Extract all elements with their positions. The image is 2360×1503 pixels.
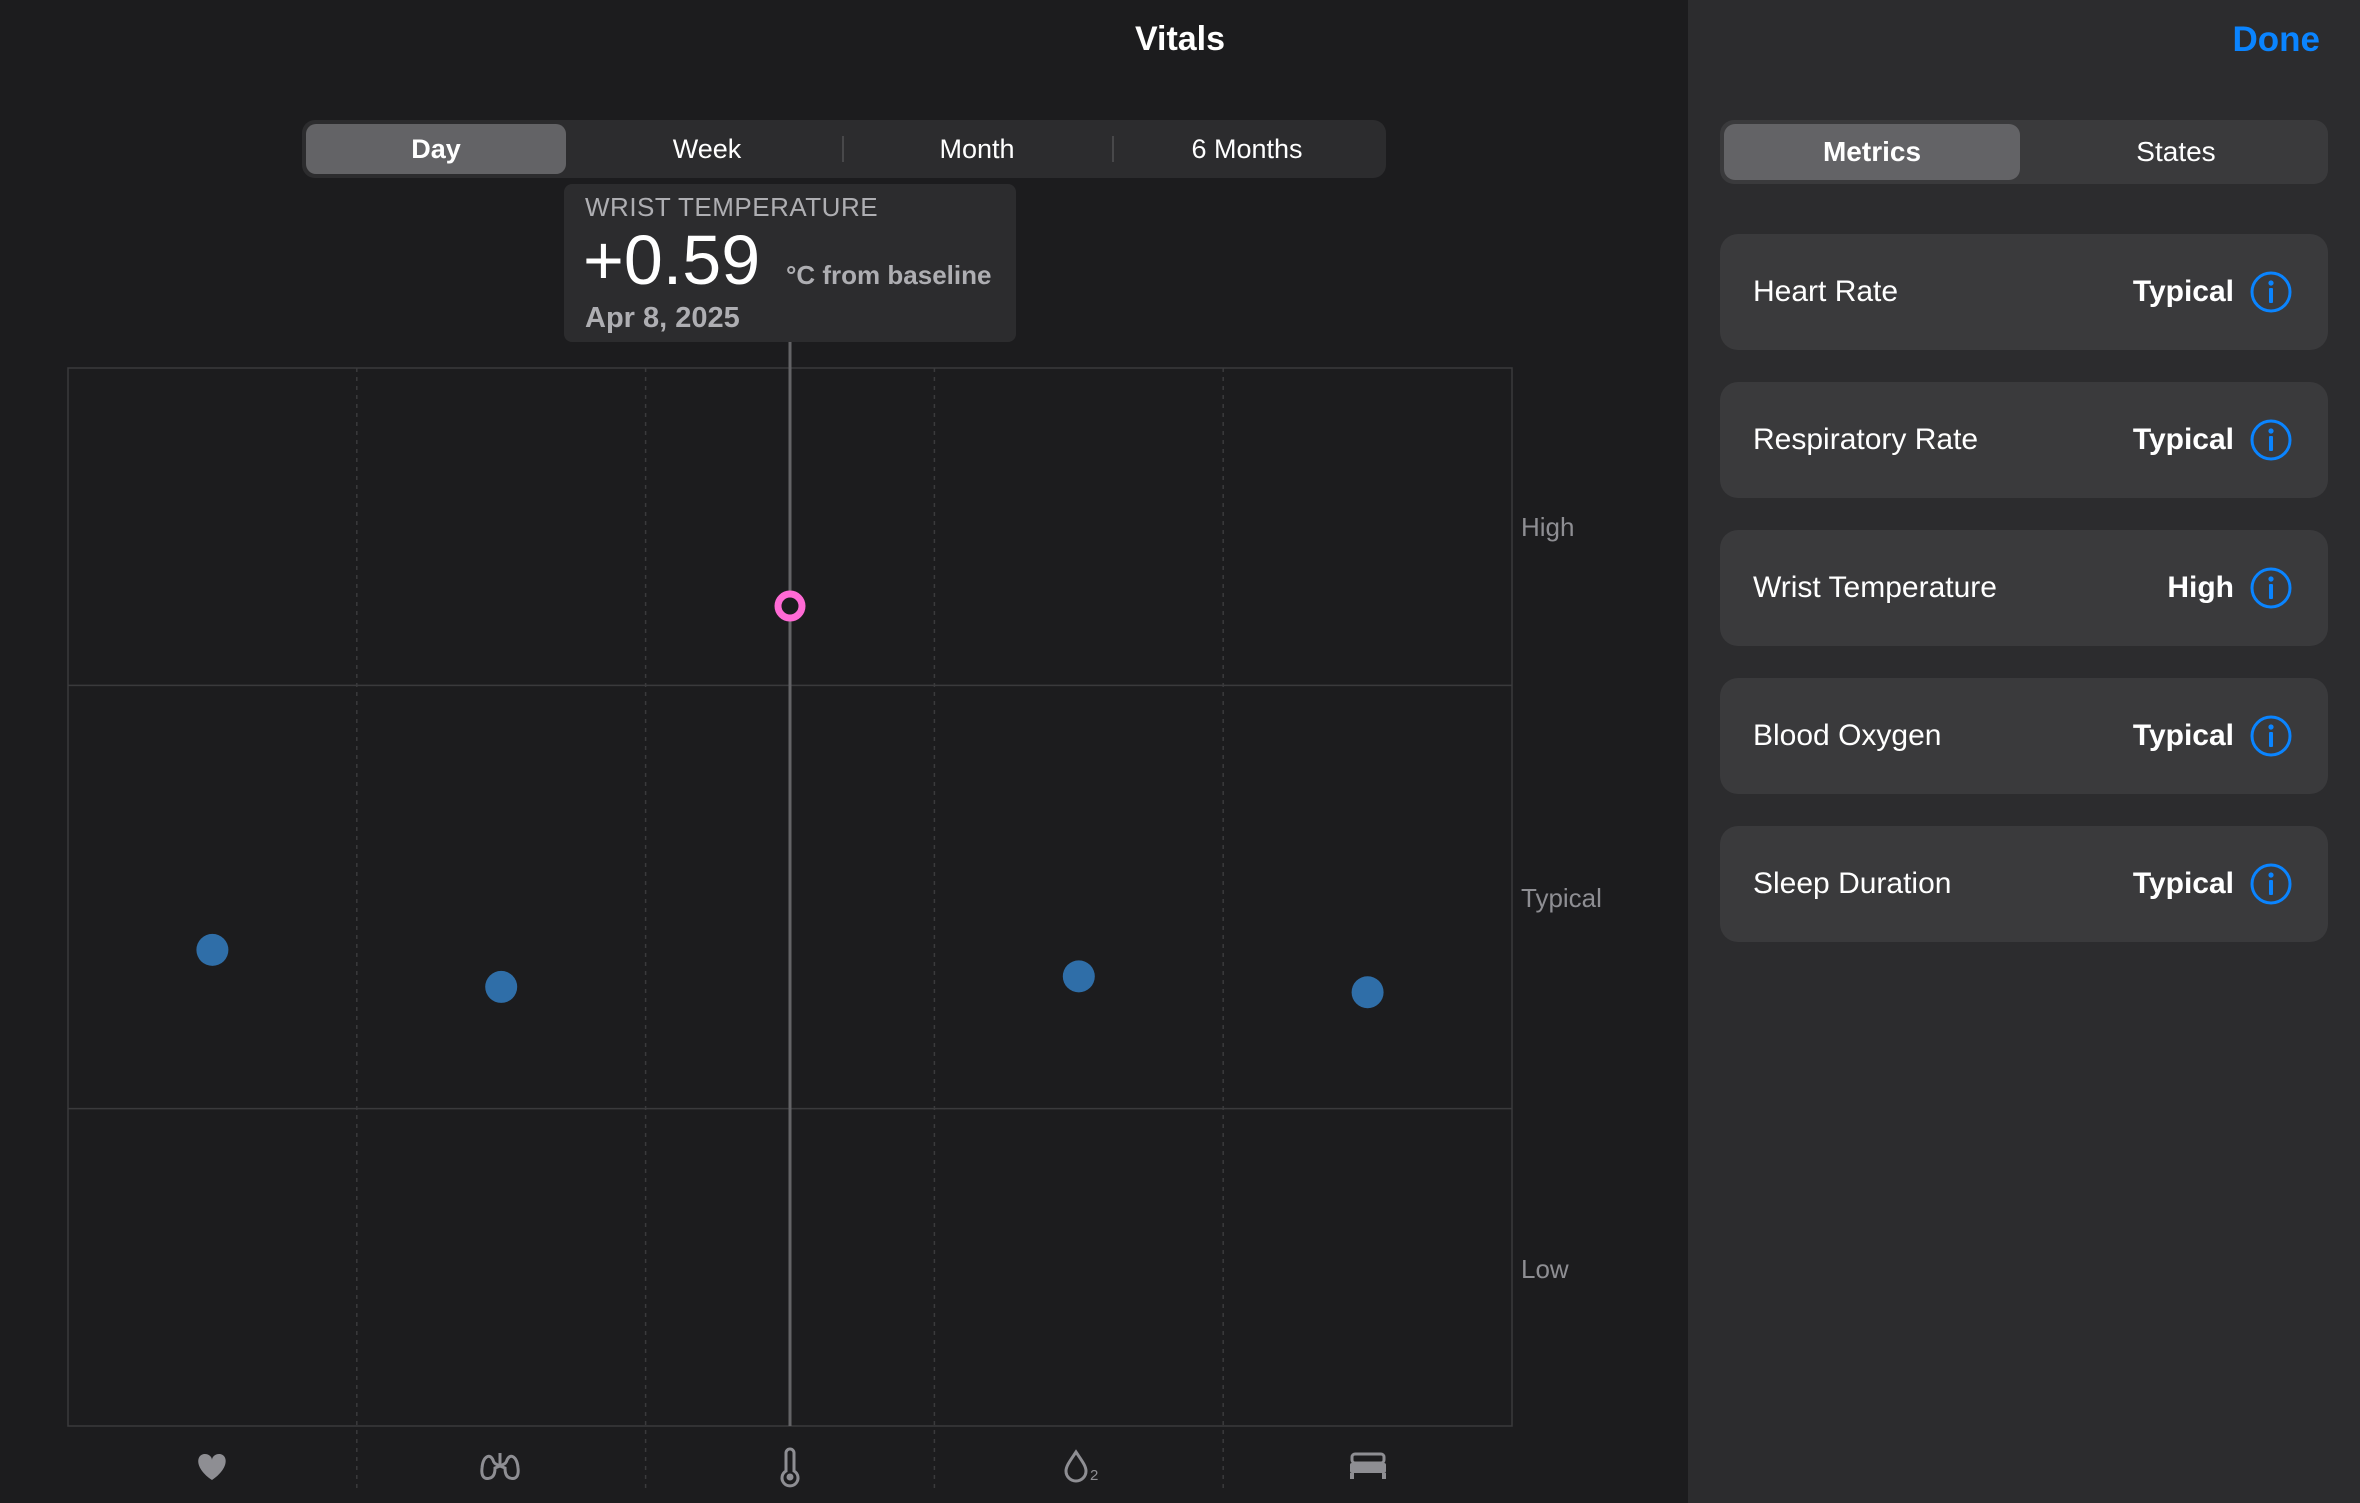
info-icon[interactable] <box>2250 271 2292 313</box>
metric-status: Typical <box>2132 423 2234 456</box>
metric-status: High <box>2167 571 2234 604</box>
metric-name: Heart Rate <box>1753 275 1899 308</box>
metric-card-heart-rate[interactable]: Heart Rate Typical <box>1720 234 2328 350</box>
tooltip-date: Apr 8, 2025 <box>585 302 740 334</box>
lungs-icon <box>480 1453 520 1480</box>
tooltip-unit: °C from baseline <box>786 260 992 290</box>
info-icon[interactable] <box>2250 863 2292 905</box>
metric-name: Wrist Temperature <box>1753 571 1997 604</box>
data-point <box>196 933 229 966</box>
metric-card-sleep-duration[interactable]: Sleep Duration Typical <box>1720 826 2328 942</box>
data-point <box>485 970 518 1003</box>
data-point <box>1351 976 1384 1009</box>
metric-card-respiratory-rate[interactable]: Respiratory Rate Typical <box>1720 382 2328 498</box>
chart-grid <box>67 342 1513 1490</box>
heart-icon <box>198 1454 226 1480</box>
y-label-typical: Typical <box>1521 883 1602 913</box>
bed-icon <box>1350 1452 1386 1479</box>
y-label-high: High <box>1521 512 1575 542</box>
blood-oxygen-icon: 2 <box>1064 1449 1098 1484</box>
metric-card-wrist-temperature[interactable]: Wrist Temperature High <box>1720 530 2328 646</box>
metric-card-blood-oxygen[interactable]: Blood Oxygen Typical <box>1720 678 2328 794</box>
data-point-selected <box>774 590 806 622</box>
metric-name: Blood Oxygen <box>1753 719 1942 752</box>
metric-status: Typical <box>2132 719 2234 752</box>
y-label-low: Low <box>1521 1254 1569 1284</box>
metric-status: Typical <box>2132 867 2234 900</box>
metric-name: Sleep Duration <box>1753 867 1952 900</box>
svg-text:2: 2 <box>1090 1467 1098 1484</box>
metric-name: Respiratory Rate <box>1753 423 1979 456</box>
metric-status: Typical <box>2132 275 2234 308</box>
tooltip-metric: WRIST TEMPERATURE <box>585 192 879 222</box>
panel-segmented-control: Metrics States <box>1720 120 2328 184</box>
value-tooltip: WRIST TEMPERATURE +0.59 °C from baseline… <box>564 184 1016 342</box>
tab-states[interactable]: States <box>2028 124 2324 180</box>
data-point <box>1062 960 1095 993</box>
info-icon[interactable] <box>2250 715 2292 757</box>
done-button[interactable]: Done <box>2233 20 2321 60</box>
tooltip-value: +0.59 <box>583 221 761 299</box>
info-icon[interactable] <box>2250 419 2292 461</box>
tab-metrics[interactable]: Metrics <box>1724 124 2020 180</box>
chart-category-icons: 2 <box>198 1447 1386 1488</box>
thermometer-icon <box>780 1447 800 1488</box>
info-icon[interactable] <box>2250 567 2292 609</box>
